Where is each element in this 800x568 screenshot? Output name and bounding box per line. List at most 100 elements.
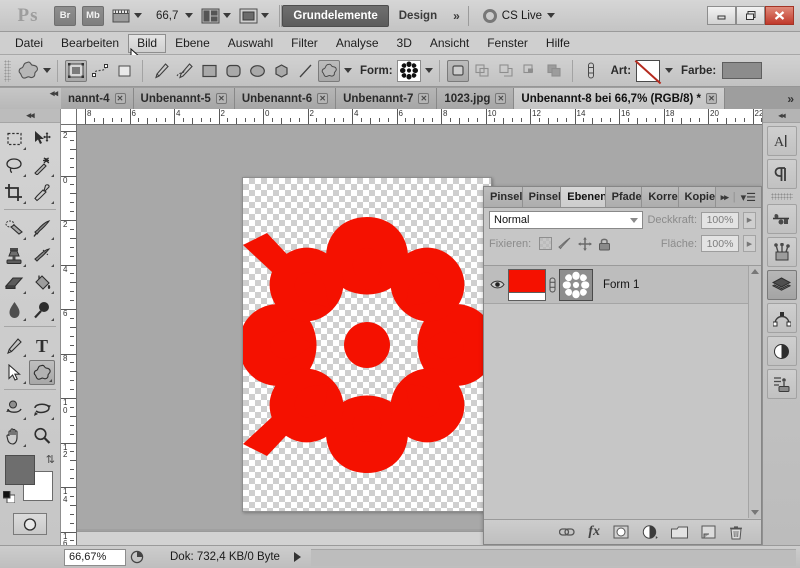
3d-rotate-tool[interactable] bbox=[0, 395, 28, 422]
move-tool[interactable] bbox=[28, 125, 56, 152]
lock-image-pixels-icon[interactable] bbox=[558, 237, 572, 251]
document-tab[interactable]: nannt-4 ✕ bbox=[61, 88, 134, 109]
rounded-rectangle-tool-button[interactable] bbox=[222, 60, 244, 82]
layer-row[interactable]: Form 1 bbox=[484, 266, 761, 304]
tab-close-icon[interactable]: ✕ bbox=[495, 93, 507, 104]
pen-tool[interactable] bbox=[0, 332, 28, 359]
active-tool-preset-icon[interactable] bbox=[15, 59, 41, 83]
panel-tab-ebenen[interactable]: Ebenen bbox=[561, 187, 606, 207]
3d-orbit-tool[interactable] bbox=[28, 395, 56, 422]
exclude-shape-button[interactable] bbox=[543, 60, 565, 82]
dodge-tool[interactable] bbox=[28, 296, 56, 323]
restore-button[interactable] bbox=[736, 6, 765, 25]
fill-stepper[interactable]: ▶ bbox=[743, 235, 756, 252]
subtract-from-shape-button[interactable] bbox=[495, 60, 517, 82]
panel-tab-pinsel-2[interactable]: Pinsel bbox=[522, 187, 562, 207]
menu-3d[interactable]: 3D bbox=[388, 34, 421, 53]
shape-picker-swatch[interactable] bbox=[396, 59, 421, 82]
freeform-pen-tool-button[interactable] bbox=[174, 60, 196, 82]
menu-datei[interactable]: Datei bbox=[6, 34, 52, 53]
brush-tool[interactable] bbox=[28, 215, 56, 242]
layer-thumbnail[interactable] bbox=[508, 268, 546, 301]
menu-bild[interactable]: Bild bbox=[128, 33, 167, 53]
layers-panel-button[interactable] bbox=[766, 270, 797, 300]
custom-shape-tool-button[interactable] bbox=[318, 59, 340, 82]
vertical-ruler[interactable]: 2 0 2 4 6 8 10 12 14 16 bbox=[61, 125, 77, 545]
artboard[interactable] bbox=[242, 177, 492, 512]
crop-tool[interactable] bbox=[0, 179, 28, 206]
options-bar-gripper[interactable] bbox=[4, 59, 11, 82]
hand-tool[interactable] bbox=[0, 422, 28, 449]
lock-position-icon[interactable] bbox=[578, 236, 593, 251]
menu-analyse[interactable]: Analyse bbox=[327, 34, 388, 53]
lock-all-icon[interactable] bbox=[598, 237, 611, 251]
right-dock-expand-button[interactable]: ◂◂ bbox=[763, 109, 800, 123]
status-proxy-icon[interactable] bbox=[126, 550, 148, 564]
close-button[interactable] bbox=[765, 6, 794, 25]
opacity-stepper[interactable]: ▶ bbox=[743, 211, 756, 229]
document-tab-active[interactable]: Unbenannt-8 bei 66,7% (RGB/8) * ✕ bbox=[514, 88, 725, 109]
zoom-tool[interactable] bbox=[28, 422, 56, 449]
default-colors-icon[interactable] bbox=[3, 491, 15, 503]
pen-tool-button[interactable] bbox=[150, 60, 172, 82]
new-shape-layer-button[interactable] bbox=[446, 59, 469, 82]
menu-ansicht[interactable]: Ansicht bbox=[421, 34, 478, 53]
zoom-chevron-icon[interactable] bbox=[185, 13, 194, 18]
tool-preset-chevron-icon[interactable] bbox=[43, 68, 51, 73]
paint-bucket-tool[interactable] bbox=[28, 269, 56, 296]
scroll-down-icon[interactable] bbox=[751, 510, 759, 515]
line-tool-button[interactable] bbox=[294, 60, 316, 82]
path-selection-tool[interactable] bbox=[0, 359, 28, 386]
paragraph-panel-button[interactable] bbox=[766, 159, 797, 189]
layer-link-icon[interactable] bbox=[546, 277, 559, 293]
magic-wand-tool[interactable] bbox=[28, 152, 56, 179]
horizontal-ruler[interactable]: 8 6 4 2 0 2 4 6 8 10 12 14 16 18 20 22 bbox=[77, 109, 780, 125]
clone-stamp-tool[interactable] bbox=[0, 242, 28, 269]
blend-mode-select[interactable]: Normal bbox=[489, 211, 644, 229]
bridge-button[interactable]: Br bbox=[54, 5, 76, 26]
layer-mask-button[interactable] bbox=[613, 524, 629, 540]
panel-menu-icon[interactable]: ▾☰ bbox=[741, 191, 756, 204]
character-panel-button[interactable]: A bbox=[766, 126, 797, 156]
eraser-tool[interactable] bbox=[0, 269, 28, 296]
document-tab[interactable]: Unbenannt-6 ✕ bbox=[234, 88, 337, 109]
adjustments-panel-button[interactable] bbox=[766, 336, 797, 366]
blur-tool[interactable] bbox=[0, 296, 28, 323]
fill-pixels-mode-button[interactable] bbox=[113, 60, 135, 82]
toolbox-header[interactable]: ◂◂ bbox=[0, 109, 60, 123]
mini-bridge-button[interactable]: Mb bbox=[82, 5, 104, 26]
panel-tab-pinsel-1[interactable]: Pinsel bbox=[484, 187, 523, 207]
layer-style-button[interactable] bbox=[580, 60, 602, 82]
panel-collapse-icon[interactable]: ▸▸ bbox=[721, 192, 729, 203]
color-panel-button[interactable] bbox=[766, 204, 797, 234]
ruler-corner[interactable] bbox=[61, 109, 77, 125]
link-layers-button[interactable] bbox=[559, 526, 575, 538]
layers-scrollbar[interactable] bbox=[748, 266, 761, 518]
custom-shape-chevron-icon[interactable] bbox=[344, 68, 352, 73]
tab-close-icon[interactable]: ✕ bbox=[705, 93, 717, 104]
tab-close-icon[interactable]: ✕ bbox=[418, 93, 430, 104]
scroll-up-icon[interactable] bbox=[751, 269, 759, 274]
intersect-shape-button[interactable] bbox=[519, 60, 541, 82]
arrange-documents-button[interactable] bbox=[201, 5, 232, 27]
new-group-button[interactable] bbox=[671, 526, 688, 539]
polygon-tool-button[interactable] bbox=[270, 60, 292, 82]
layer-visibility-toggle[interactable] bbox=[486, 279, 508, 290]
menu-hilfe[interactable]: Hilfe bbox=[537, 34, 579, 53]
screen-mode-button[interactable] bbox=[239, 5, 270, 27]
custom-shape-tool[interactable] bbox=[29, 360, 55, 385]
menu-ebene[interactable]: Ebene bbox=[166, 34, 219, 53]
panel-tab-pfade[interactable]: Pfade bbox=[605, 187, 643, 207]
tab-close-icon[interactable]: ✕ bbox=[114, 93, 126, 104]
tab-close-icon[interactable]: ✕ bbox=[317, 93, 329, 104]
status-menu-arrow-icon[interactable] bbox=[293, 552, 301, 562]
eyedropper-tool[interactable] bbox=[28, 179, 56, 206]
style-picker-swatch[interactable] bbox=[636, 59, 661, 82]
menu-filter[interactable]: Filter bbox=[282, 34, 327, 53]
cs-live-button[interactable]: CS Live bbox=[482, 8, 556, 23]
paths-mode-button[interactable] bbox=[89, 60, 111, 82]
toolbox-collapse-button[interactable]: ◂◂ bbox=[0, 88, 61, 109]
history-panel-button[interactable] bbox=[766, 369, 797, 399]
spot-healing-brush-tool[interactable] bbox=[0, 215, 28, 242]
opacity-value[interactable]: 100% bbox=[701, 211, 739, 229]
